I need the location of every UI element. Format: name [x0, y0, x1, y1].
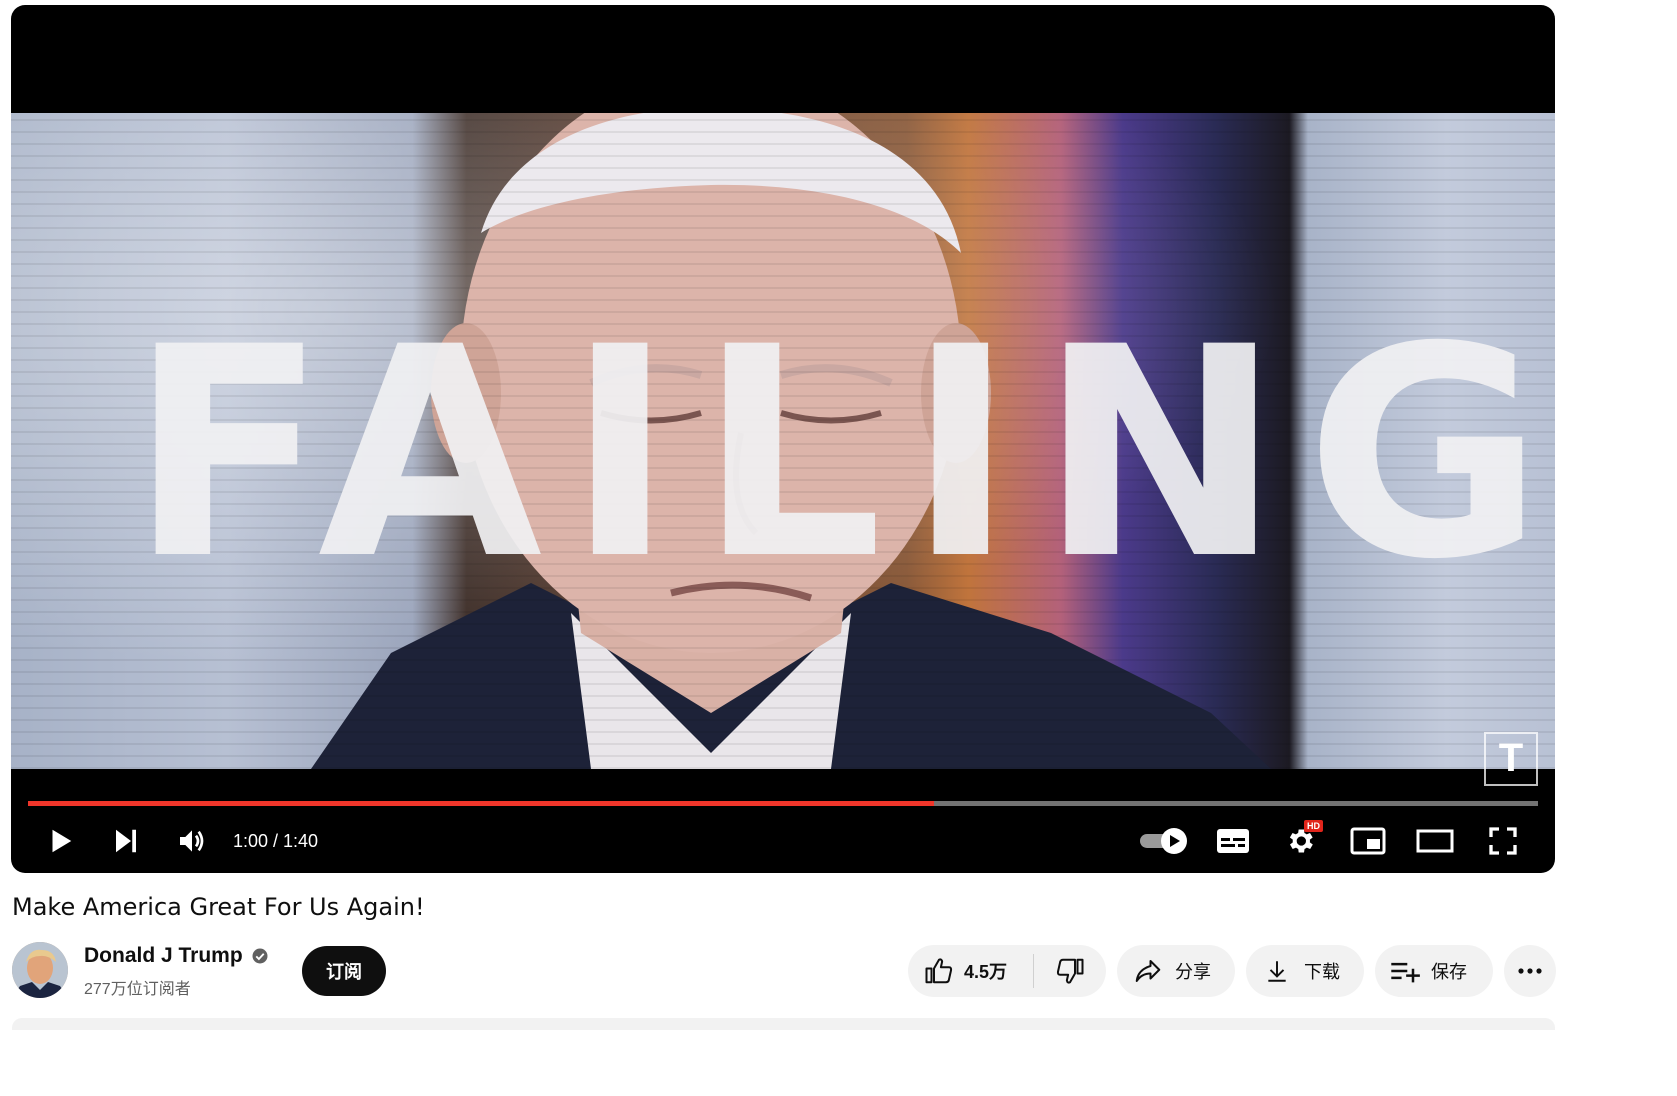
miniplayer-button[interactable]	[1342, 815, 1394, 867]
theater-icon	[1416, 829, 1454, 853]
subtitles-button[interactable]	[1207, 815, 1259, 867]
download-icon	[1264, 958, 1290, 984]
share-label: 分享	[1175, 962, 1211, 982]
time-display: 1:00 / 1:40	[233, 831, 319, 851]
player-controls: 1:00 / 1:40 HD	[11, 815, 1555, 867]
channel-name-text[interactable]: Donald J Trump	[84, 944, 243, 968]
hd-badge: HD	[1304, 820, 1323, 832]
thumbs-up-icon	[924, 956, 954, 986]
thumbs-down-icon	[1055, 956, 1085, 986]
save-button[interactable]: 保存	[1375, 945, 1493, 997]
volume-icon	[180, 830, 204, 852]
more-icon	[1517, 967, 1543, 975]
autoplay-toggle[interactable]	[1137, 815, 1191, 867]
more-actions-button[interactable]	[1504, 945, 1556, 997]
play-button[interactable]	[34, 815, 86, 867]
next-icon	[116, 829, 136, 853]
video-player[interactable]: FAILING T 1:00 / 1:40 HD	[11, 5, 1555, 873]
theater-mode-button[interactable]	[1409, 815, 1461, 867]
download-label: 下载	[1304, 962, 1340, 982]
next-button[interactable]	[100, 815, 152, 867]
share-icon	[1133, 956, 1163, 986]
miniplayer-icon	[1350, 827, 1386, 855]
video-title: Make America Great For Us Again!	[12, 893, 425, 921]
fullscreen-icon	[1489, 827, 1517, 855]
subscribe-button[interactable]: 订阅	[302, 946, 386, 996]
verified-icon	[252, 948, 268, 964]
progress-played	[28, 801, 934, 806]
autoplay-toggle-icon	[1140, 828, 1187, 854]
like-button[interactable]: 4.5万	[908, 945, 1033, 997]
progress-bar[interactable]	[28, 801, 1538, 806]
fullscreen-button[interactable]	[1477, 815, 1529, 867]
like-count: 4.5万	[964, 962, 1008, 982]
channel-watermark[interactable]: T	[1484, 732, 1538, 786]
subscriber-count: 277万位订阅者	[84, 981, 191, 998]
subtitles-icon	[1217, 829, 1249, 853]
channel-name[interactable]: Donald J Trump	[84, 944, 269, 968]
save-playlist-icon	[1389, 958, 1421, 984]
save-label: 保存	[1431, 962, 1467, 982]
avatar-image	[12, 942, 68, 998]
overlay-text: FAILING	[129, 286, 1555, 623]
description-box-edge[interactable]	[12, 1018, 1555, 1030]
video-frame[interactable]: FAILING	[11, 113, 1555, 769]
settings-button[interactable]: HD	[1274, 815, 1326, 867]
download-button[interactable]: 下载	[1246, 945, 1364, 997]
like-dislike-group: 4.5万	[908, 945, 1106, 997]
dislike-button[interactable]	[1034, 945, 1106, 997]
volume-button[interactable]	[166, 815, 218, 867]
share-button[interactable]: 分享	[1117, 945, 1235, 997]
channel-avatar[interactable]	[12, 942, 68, 998]
play-icon	[52, 829, 72, 853]
